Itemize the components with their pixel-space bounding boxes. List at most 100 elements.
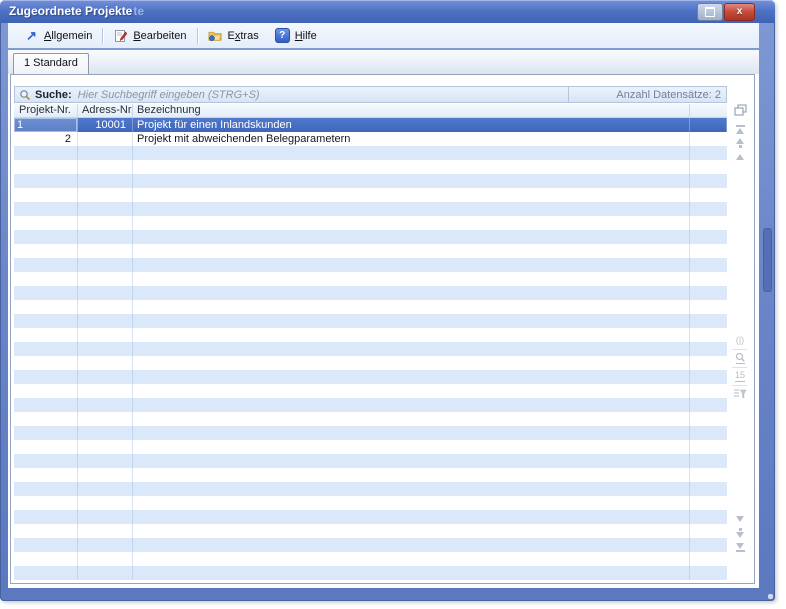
- table-row[interactable]: [14, 202, 727, 216]
- table-cell[interactable]: 1: [14, 118, 78, 132]
- table-cell[interactable]: [690, 146, 727, 160]
- table-row[interactable]: [14, 440, 727, 454]
- table-cell[interactable]: [690, 524, 727, 538]
- table-cell[interactable]: [78, 244, 133, 258]
- menu-item-extras[interactable]: Extras: [200, 27, 267, 45]
- table-row[interactable]: [14, 244, 727, 258]
- table-cell[interactable]: [690, 188, 727, 202]
- table-cell[interactable]: [14, 188, 78, 202]
- table-cell[interactable]: [78, 384, 133, 398]
- table-row[interactable]: [14, 384, 727, 398]
- table-row[interactable]: 2Projekt mit abweichenden Belegparameter…: [14, 132, 727, 146]
- table-cell[interactable]: [133, 188, 690, 202]
- table-cell[interactable]: [14, 314, 78, 328]
- table-cell[interactable]: [133, 552, 690, 566]
- table-cell[interactable]: [14, 174, 78, 188]
- table-cell[interactable]: [133, 160, 690, 174]
- table-cell[interactable]: [690, 286, 727, 300]
- table-row[interactable]: [14, 146, 727, 160]
- table-cell[interactable]: [133, 510, 690, 524]
- menu-item-bearbeiten[interactable]: Bearbeiten: [105, 27, 194, 45]
- table-cell[interactable]: [690, 174, 727, 188]
- table-cell[interactable]: [14, 356, 78, 370]
- table-cell[interactable]: [78, 468, 133, 482]
- table-cell[interactable]: [14, 566, 78, 580]
- scroll-first-icon[interactable]: [731, 123, 749, 135]
- table-cell[interactable]: [78, 188, 133, 202]
- table-row[interactable]: [14, 356, 727, 370]
- table-cell[interactable]: [690, 300, 727, 314]
- table-row[interactable]: [14, 188, 727, 202]
- table-cell[interactable]: [690, 342, 727, 356]
- table-cell[interactable]: [78, 412, 133, 426]
- table-row[interactable]: [14, 160, 727, 174]
- table-cell[interactable]: [133, 426, 690, 440]
- table-cell[interactable]: [78, 370, 133, 384]
- table-cell[interactable]: [14, 398, 78, 412]
- table-cell[interactable]: [14, 510, 78, 524]
- table-row[interactable]: [14, 328, 727, 342]
- table-cell[interactable]: [690, 272, 727, 286]
- table-cell[interactable]: [14, 482, 78, 496]
- table-cell[interactable]: [78, 216, 133, 230]
- table-cell[interactable]: [14, 272, 78, 286]
- table-cell[interactable]: [78, 482, 133, 496]
- table-cell[interactable]: [133, 356, 690, 370]
- restore-button[interactable]: [697, 3, 723, 21]
- tab-standard[interactable]: 1 Standard: [13, 53, 89, 74]
- table-cell[interactable]: [14, 244, 78, 258]
- table-row[interactable]: [14, 496, 727, 510]
- table-cell[interactable]: [133, 398, 690, 412]
- table-cell[interactable]: [14, 146, 78, 160]
- table-cell[interactable]: [690, 244, 727, 258]
- table-cell[interactable]: [14, 328, 78, 342]
- table-cell[interactable]: [78, 230, 133, 244]
- table-row[interactable]: [14, 272, 727, 286]
- table-cell[interactable]: [78, 356, 133, 370]
- table-cell[interactable]: [690, 552, 727, 566]
- table-cell[interactable]: [133, 230, 690, 244]
- table-row[interactable]: [14, 524, 727, 538]
- table-row[interactable]: [14, 552, 727, 566]
- table-cell[interactable]: [78, 286, 133, 300]
- table-cell[interactable]: [78, 538, 133, 552]
- table-cell[interactable]: [14, 524, 78, 538]
- table-cell[interactable]: [78, 314, 133, 328]
- table-cell[interactable]: [133, 174, 690, 188]
- table-cell[interactable]: [690, 412, 727, 426]
- table-cell[interactable]: [14, 258, 78, 272]
- table-cell[interactable]: [78, 496, 133, 510]
- table-cell[interactable]: [14, 202, 78, 216]
- table-row[interactable]: [14, 174, 727, 188]
- table-cell[interactable]: [78, 440, 133, 454]
- scroll-last-icon[interactable]: [731, 541, 749, 553]
- table-cell[interactable]: [133, 328, 690, 342]
- table-cell[interactable]: [133, 272, 690, 286]
- copy-icon[interactable]: [731, 104, 749, 116]
- table-cell[interactable]: [14, 342, 78, 356]
- titlebar[interactable]: Zugeordnete Projektete x: [0, 0, 775, 23]
- table-cell[interactable]: [690, 314, 727, 328]
- table-cell[interactable]: [14, 440, 78, 454]
- table-cell[interactable]: [14, 300, 78, 314]
- menu-item-allgemein[interactable]: ↗ Allgemein: [16, 27, 100, 45]
- table-cell[interactable]: [690, 496, 727, 510]
- table-cell[interactable]: [78, 510, 133, 524]
- column-header-bezeichnung[interactable]: Bezeichnung: [133, 104, 690, 117]
- table-cell[interactable]: [78, 174, 133, 188]
- table-cell[interactable]: [78, 454, 133, 468]
- table-cell[interactable]: [78, 552, 133, 566]
- table-cell[interactable]: [133, 342, 690, 356]
- table-cell[interactable]: [14, 230, 78, 244]
- table-cell[interactable]: [133, 454, 690, 468]
- table-cell[interactable]: Projekt mit abweichenden Belegparametern: [133, 132, 690, 146]
- table-cell[interactable]: [78, 328, 133, 342]
- column-header-empty[interactable]: [690, 104, 727, 117]
- table-cell[interactable]: [690, 216, 727, 230]
- table-row[interactable]: [14, 454, 727, 468]
- table-cell[interactable]: [78, 146, 133, 160]
- table-cell[interactable]: [78, 524, 133, 538]
- table-cell[interactable]: [133, 216, 690, 230]
- table-cell[interactable]: [133, 412, 690, 426]
- table-cell[interactable]: [14, 426, 78, 440]
